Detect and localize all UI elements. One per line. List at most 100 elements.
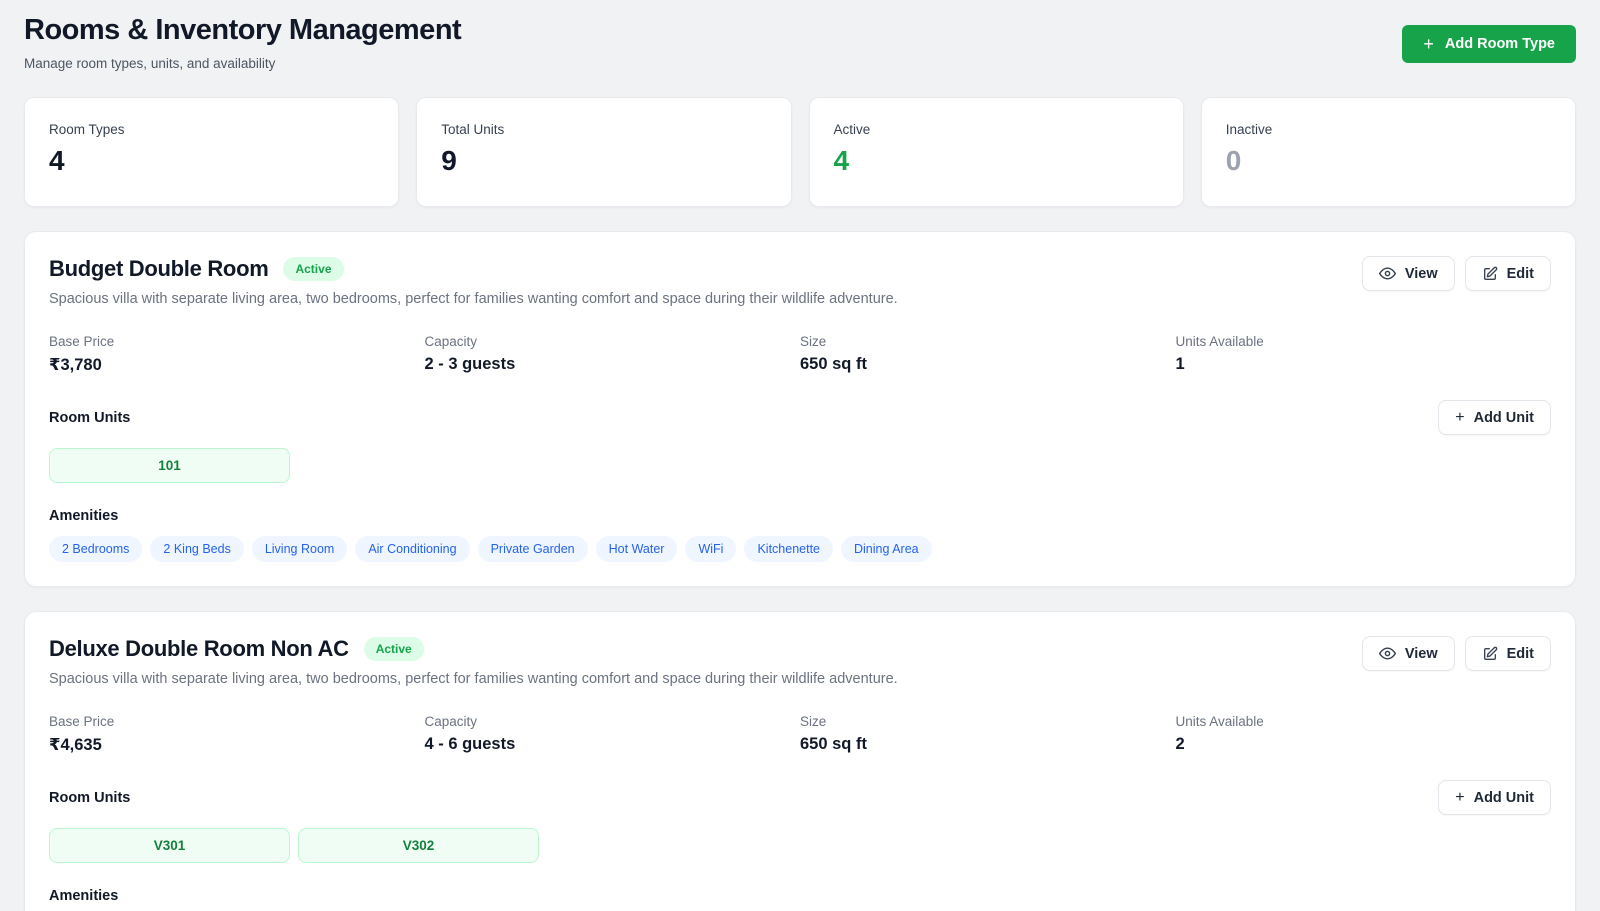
detail-size: Size 650 sq ft	[800, 714, 1176, 755]
page-header: Rooms & Inventory Management Manage room…	[24, 14, 1576, 71]
room-detail-grid: Base Price ₹3,780 Capacity 2 - 3 guests …	[49, 334, 1551, 375]
base-price-label: Base Price	[49, 334, 425, 349]
room-actions: View Edit	[1362, 636, 1551, 671]
add-unit-button[interactable]: + Add Unit	[1438, 400, 1551, 435]
amenity-tag: Dining Area	[841, 536, 932, 562]
view-button[interactable]: View	[1362, 636, 1455, 671]
room-title-row: Deluxe Double Room Non AC Active	[49, 636, 898, 662]
capacity-label: Capacity	[425, 714, 801, 729]
stat-label: Inactive	[1226, 122, 1551, 137]
stat-label: Total Units	[441, 122, 766, 137]
amenity-tag: Private Garden	[478, 536, 588, 562]
edit-button-label: Edit	[1507, 646, 1534, 662]
edit-button[interactable]: Edit	[1465, 256, 1551, 291]
room-title: Budget Double Room	[49, 256, 268, 282]
room-units-list: 101	[49, 448, 1551, 483]
view-button[interactable]: View	[1362, 256, 1455, 291]
base-price-value: ₹4,635	[49, 735, 425, 755]
plus-icon: +	[1455, 409, 1464, 427]
room-detail-grid: Base Price ₹4,635 Capacity 4 - 6 guests …	[49, 714, 1551, 755]
page-title: Rooms & Inventory Management	[24, 14, 461, 47]
room-card-header: Deluxe Double Room Non AC Active Spaciou…	[49, 636, 1551, 687]
base-price-label: Base Price	[49, 714, 425, 729]
amenity-tag: Air Conditioning	[355, 536, 469, 562]
room-card-header-text: Deluxe Double Room Non AC Active Spaciou…	[49, 636, 898, 687]
stat-card: Active 4	[809, 97, 1184, 207]
stat-label: Room Types	[49, 122, 374, 137]
detail-capacity: Capacity 2 - 3 guests	[425, 334, 801, 375]
edit-button[interactable]: Edit	[1465, 636, 1551, 671]
room-title-row: Budget Double Room Active	[49, 256, 898, 282]
pencil-square-icon	[1482, 646, 1498, 662]
view-button-label: View	[1405, 266, 1438, 282]
size-label: Size	[800, 714, 1176, 729]
size-value: 650 sq ft	[800, 355, 1176, 374]
detail-size: Size 650 sq ft	[800, 334, 1176, 375]
room-units-header: Room Units + Add Unit	[49, 400, 1551, 435]
room-description: Spacious villa with separate living area…	[49, 291, 898, 307]
stat-value: 4	[834, 145, 1159, 177]
detail-units-available: Units Available 1	[1176, 334, 1552, 375]
stat-card: Total Units 9	[416, 97, 791, 207]
room-units-header: Room Units + Add Unit	[49, 780, 1551, 815]
size-label: Size	[800, 334, 1176, 349]
units-available-value: 1	[1176, 355, 1552, 374]
stat-value: 4	[49, 145, 374, 177]
amenity-tag: Hot Water	[596, 536, 678, 562]
page-subtitle: Manage room types, units, and availabili…	[24, 56, 461, 71]
stat-value: 9	[441, 145, 766, 177]
amenity-tag: 2 Bedrooms	[49, 536, 142, 562]
room-unit-chip[interactable]: V302	[298, 828, 539, 863]
add-unit-button-label: Add Unit	[1474, 790, 1534, 806]
eye-icon	[1379, 265, 1396, 282]
detail-base-price: Base Price ₹4,635	[49, 714, 425, 755]
detail-units-available: Units Available 2	[1176, 714, 1552, 755]
room-actions: View Edit	[1362, 256, 1551, 291]
capacity-label: Capacity	[425, 334, 801, 349]
stat-card: Inactive 0	[1201, 97, 1576, 207]
amenity-tag: Living Room	[252, 536, 347, 562]
rooms-list: Budget Double Room Active Spacious villa…	[24, 231, 1576, 911]
plus-icon: +	[1423, 35, 1434, 53]
room-unit-chip[interactable]: V301	[49, 828, 290, 863]
base-price-value: ₹3,780	[49, 355, 425, 375]
room-card-header-text: Budget Double Room Active Spacious villa…	[49, 256, 898, 307]
room-description: Spacious villa with separate living area…	[49, 671, 898, 687]
amenity-tag: Kitchenette	[744, 536, 833, 562]
status-badge: Active	[364, 637, 424, 661]
units-available-label: Units Available	[1176, 714, 1552, 729]
room-units-list: V301 V302	[49, 828, 1551, 863]
amenity-tag: 2 King Beds	[150, 536, 243, 562]
status-badge: Active	[283, 257, 343, 281]
add-unit-button[interactable]: + Add Unit	[1438, 780, 1551, 815]
room-unit-chip[interactable]: 101	[49, 448, 290, 483]
amenities-label: Amenities	[49, 888, 1551, 904]
stat-card: Room Types 4	[24, 97, 399, 207]
detail-base-price: Base Price ₹3,780	[49, 334, 425, 375]
capacity-value: 2 - 3 guests	[425, 355, 801, 374]
view-button-label: View	[1405, 646, 1438, 662]
capacity-value: 4 - 6 guests	[425, 735, 801, 754]
stat-value: 0	[1226, 145, 1551, 177]
add-room-type-label: Add Room Type	[1445, 36, 1555, 52]
room-card: Budget Double Room Active Spacious villa…	[24, 231, 1576, 587]
pencil-square-icon	[1482, 266, 1498, 282]
stats-row: Room Types 4 Total Units 9 Active 4 Inac…	[24, 97, 1576, 207]
page-header-text: Rooms & Inventory Management Manage room…	[24, 14, 461, 71]
room-title: Deluxe Double Room Non AC	[49, 636, 349, 662]
units-available-value: 2	[1176, 735, 1552, 754]
amenity-tag: WiFi	[685, 536, 736, 562]
edit-button-label: Edit	[1507, 266, 1534, 282]
room-units-label: Room Units	[49, 410, 130, 426]
size-value: 650 sq ft	[800, 735, 1176, 754]
stat-label: Active	[834, 122, 1159, 137]
units-available-label: Units Available	[1176, 334, 1552, 349]
room-card: Deluxe Double Room Non AC Active Spaciou…	[24, 611, 1576, 911]
room-units-label: Room Units	[49, 790, 130, 806]
page: Rooms & Inventory Management Manage room…	[0, 0, 1600, 911]
add-unit-button-label: Add Unit	[1474, 410, 1534, 426]
amenities-label: Amenities	[49, 508, 1551, 524]
eye-icon	[1379, 645, 1396, 662]
add-room-type-button[interactable]: + Add Room Type	[1402, 25, 1576, 63]
amenities-list: 2 Bedrooms 2 King Beds Living Room Air C…	[49, 536, 1551, 562]
